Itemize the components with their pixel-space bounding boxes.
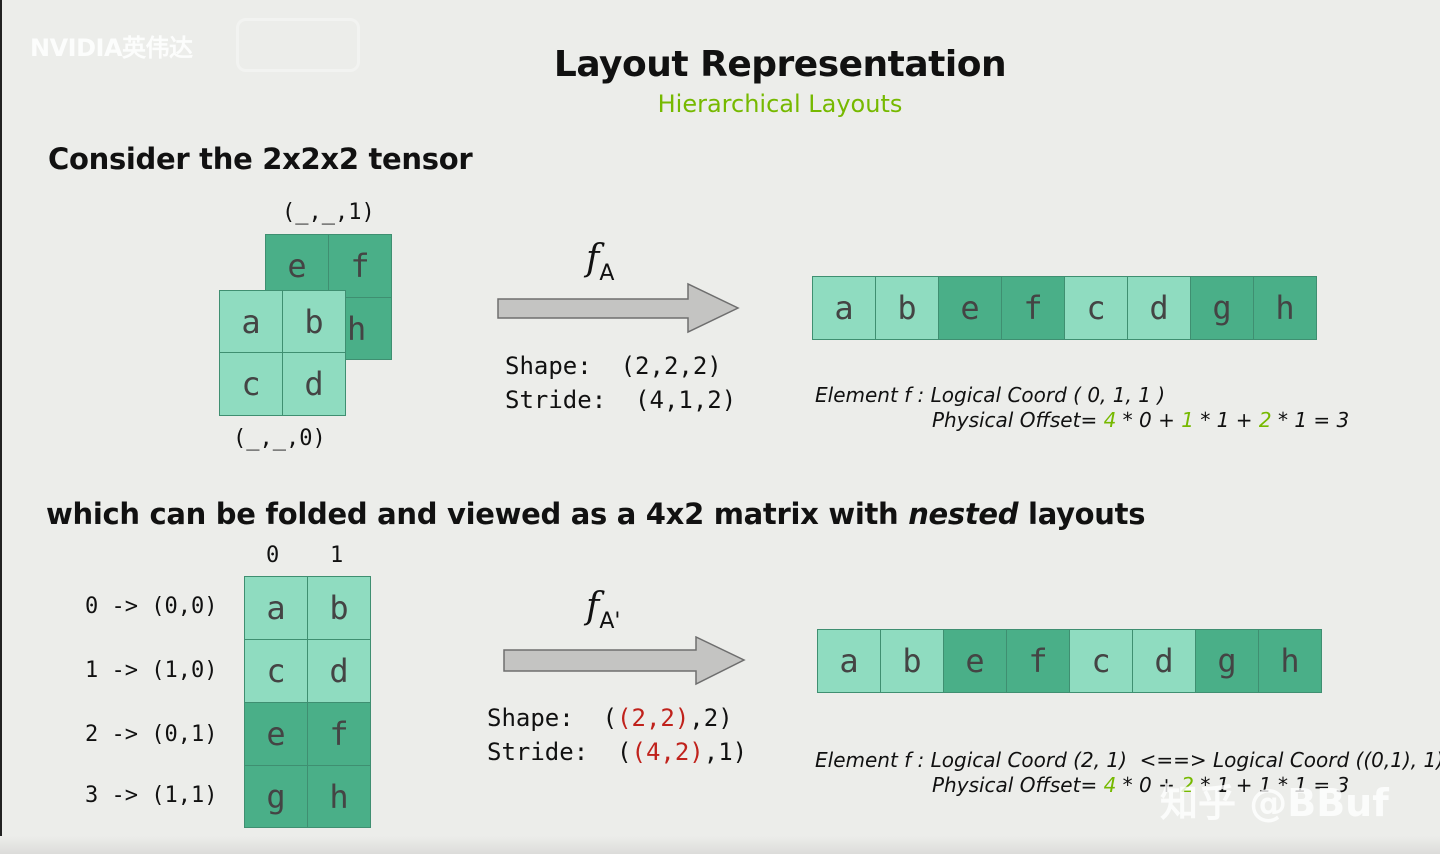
element-note-2-line1: Element f : Logical Coord (2, 1) <==> Lo… [815,748,1440,772]
page-title: Layout Representation [553,44,1007,85]
function-label-fA: fA [586,238,615,286]
strip1-cell-h: h [1253,276,1317,340]
strip1-cell-f: f [1001,276,1065,340]
matrix-cell-d: d [307,639,371,703]
strip1-cell-e: e [938,276,1002,340]
strip2-cell-d: d [1132,629,1196,693]
section1-heading: Consider the 2x2x2 tensor [48,142,473,176]
mapping-arrow-icon [497,282,740,334]
element-note-1-line2: Physical Offset= 4 * 0 + 1 * 1 + 2 * 1 =… [932,408,1350,432]
strip2-cell-b: b [880,629,944,693]
back-layer-label: (_,_,1) [282,200,375,225]
stride-text-2: Stride: ((4,2),1) [487,738,748,766]
strip1-cell-b: b [875,276,939,340]
page-subtitle: Hierarchical Layouts [657,90,903,118]
tensor-cell-a: a [219,290,283,353]
matrix-cell-e: e [244,702,308,766]
strip2-cell-e: e [943,629,1007,693]
memory-strip-1: abefcdgh [812,276,1317,340]
row-label-3: 3 -> (1,1) [85,783,218,808]
memory-strip-2: abefcdgh [817,629,1322,693]
row-label-1: 1 -> (1,0) [85,658,218,683]
matrix-cell-c: c [244,639,308,703]
bottom-band [0,836,1440,854]
section2-heading: which can be folded and viewed as a 4x2 … [46,497,1146,531]
tensor-cell-f: f [328,234,392,298]
mapping-arrow-2-icon [503,636,746,686]
col-header-0: 0 [266,543,280,568]
element-note-1-line1: Element f : Logical Coord ( 0, 1, 1 ) [815,383,1166,407]
strip2-cell-f: f [1006,629,1070,693]
matrix-cell-h: h [307,765,371,828]
matrix-cell-g: g [244,765,308,828]
strip2-cell-c: c [1069,629,1133,693]
tensor-cell-b: b [282,290,346,353]
strip1-cell-c: c [1064,276,1128,340]
row-label-0: 0 -> (0,0) [85,594,218,619]
strip2-cell-h: h [1258,629,1322,693]
matrix-cell-f: f [307,702,371,766]
matrix-cell-b: b [307,576,371,640]
strip2-cell-g: g [1195,629,1259,693]
tensor-cell-e: e [265,234,329,298]
strip1-cell-d: d [1127,276,1191,340]
col-header-1: 1 [330,543,344,568]
matrix-cell-a: a [244,576,308,640]
front-layer-label: (_,_,0) [233,426,326,451]
function-label-fA-prime: fA' [586,586,621,634]
stride-text-1: Stride: (4,1,2) [505,386,737,414]
strip1-cell-g: g [1190,276,1254,340]
strip2-cell-a: a [817,629,881,693]
tensor-cell-d: d [282,352,346,416]
tensor-cell-c: c [219,352,283,416]
strip1-cell-a: a [812,276,876,340]
shape-text-1: Shape: (2,2,2) [505,352,722,380]
left-border [0,0,2,854]
shape-text-2: Shape: ((2,2),2) [487,704,733,732]
row-label-2: 2 -> (0,1) [85,722,218,747]
zhihu-watermark: 知乎 @BBuf [1160,781,1389,825]
